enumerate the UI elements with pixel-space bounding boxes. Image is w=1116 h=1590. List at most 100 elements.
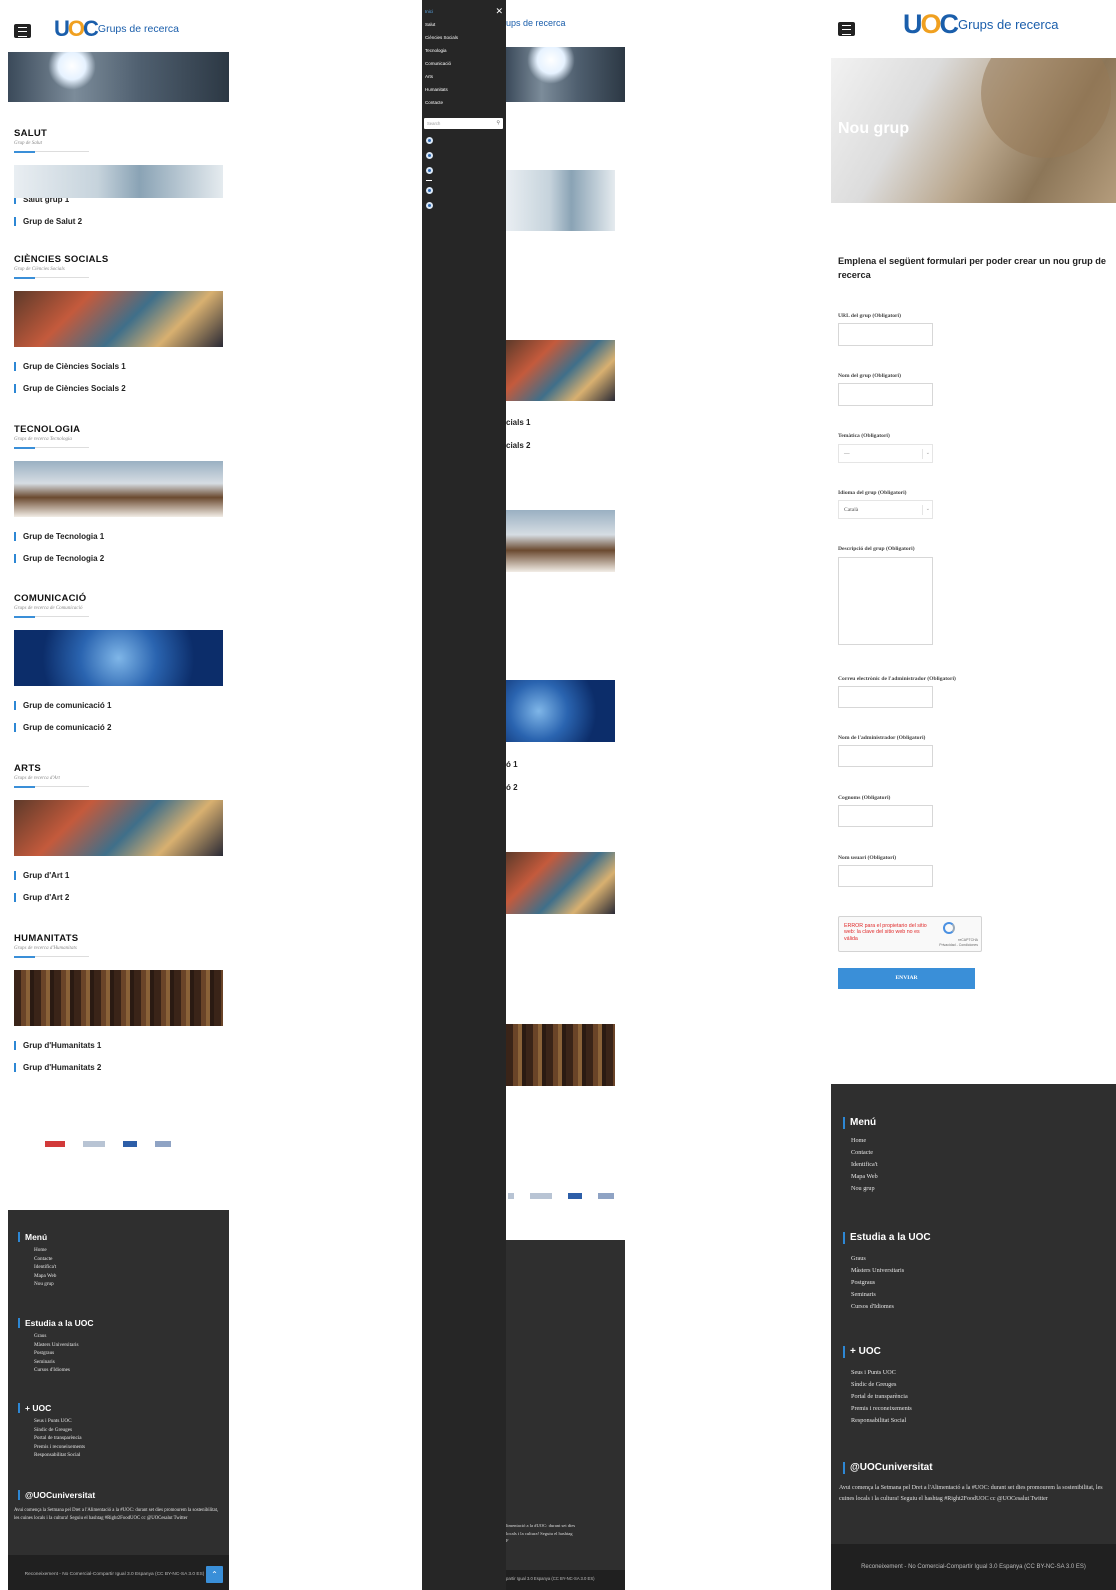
section-subtitle: Grups de recerca de Comunicació xyxy=(14,606,83,611)
surnames-input[interactable] xyxy=(838,805,933,827)
footer-link[interactable]: Postgraus xyxy=(843,1277,931,1289)
footer-link[interactable]: Contacte xyxy=(843,1147,878,1159)
close-icon[interactable]: ✕ xyxy=(495,6,503,17)
group-link-partial[interactable]: cials 1 xyxy=(506,418,530,427)
footer-link[interactable]: Seus i Punts UOC xyxy=(843,1367,912,1379)
social-icon[interactable] xyxy=(426,187,433,194)
hero-banner xyxy=(506,47,625,102)
footer-link[interactable]: Cursos d'Idiomes xyxy=(843,1301,931,1313)
footer-link[interactable]: Premis i reconeixements xyxy=(843,1403,912,1415)
menu-search-input[interactable]: Search ⚲ xyxy=(424,118,503,129)
group-link[interactable]: Grup de Ciències Socials 1 xyxy=(14,362,226,371)
section-image xyxy=(14,291,223,347)
group-link-partial[interactable]: ó 2 xyxy=(506,783,518,792)
menu-item-tecnologia[interactable]: Tecnologia xyxy=(422,44,506,57)
banner-title: Nou grup xyxy=(838,120,910,137)
footer-link[interactable]: Identifica't xyxy=(843,1159,878,1171)
group-link-partial[interactable]: ó 1 xyxy=(506,760,518,769)
social-icon[interactable] xyxy=(426,137,433,144)
group-link[interactable]: Grup d'Art 1 xyxy=(14,871,226,880)
site-logo[interactable]: UOC Grups de recerca xyxy=(54,16,179,42)
submit-button[interactable]: ENVIAR xyxy=(838,968,975,989)
menu-item-salut[interactable]: Salut xyxy=(422,18,506,31)
footer-link[interactable]: Postgraus xyxy=(18,1349,94,1358)
menu-item-inici[interactable]: Inici xyxy=(422,5,506,18)
search-icon[interactable]: ⚲ xyxy=(496,120,500,126)
hamburger-icon[interactable] xyxy=(14,24,31,38)
footer-link[interactable]: Graus xyxy=(843,1253,931,1265)
chevron-up-icon[interactable]: ⌃ xyxy=(206,1566,223,1583)
footer-link[interactable]: Síndic de Greuges xyxy=(18,1426,85,1435)
footer-link[interactable]: Mapa Web xyxy=(18,1272,56,1281)
site-footer: limentació a la #UOC: durant set dies lo… xyxy=(506,1240,625,1590)
footer-link[interactable]: Seminaris xyxy=(18,1358,94,1367)
footer-link[interactable]: Responsabilitat Social xyxy=(843,1415,912,1427)
site-header: UOC Grups de recerca xyxy=(8,0,233,58)
section-arts: ARTS Grups de recerca d'Art Grup d'Art 1… xyxy=(14,763,226,902)
footer-link[interactable]: Màsters Universitaris xyxy=(18,1341,94,1350)
username-input[interactable] xyxy=(838,865,933,887)
menu-item-ciencies-socials[interactable]: Ciències Socials xyxy=(422,31,506,44)
description-textarea[interactable] xyxy=(838,557,933,645)
language-select[interactable]: Català ⌄ xyxy=(838,500,933,519)
group-link[interactable]: Grup de Tecnologia 2 xyxy=(14,554,226,563)
menu-item-comunicacio[interactable]: Comunicació xyxy=(422,57,506,70)
footer-link[interactable]: Premis i reconeixements xyxy=(18,1443,85,1452)
footer-link[interactable]: Contacte xyxy=(18,1255,56,1264)
group-link[interactable]: Grup d'Humanitats 2 xyxy=(14,1063,226,1072)
site-logo[interactable]: UOC Grups de recerca xyxy=(903,9,1058,40)
group-link[interactable]: Grup d'Humanitats 1 xyxy=(14,1041,226,1050)
footer-menu-links: Home Contacte Identifica't Mapa Web Nou … xyxy=(18,1246,56,1289)
menu-item-contacte[interactable]: Contacte xyxy=(422,96,506,109)
license-text: Reconeixement - No Comercial-Compartir I… xyxy=(831,1544,1116,1590)
footer-link[interactable]: Mapa Web xyxy=(843,1171,878,1183)
group-link[interactable]: Grup de Salut 2 xyxy=(14,217,226,226)
footer-menu-title: Menú xyxy=(843,1117,878,1129)
footer-link[interactable]: Identifica't xyxy=(18,1263,56,1272)
footer-link[interactable]: Nou grup xyxy=(18,1280,56,1289)
footer-link[interactable]: Responsabilitat Social xyxy=(18,1451,85,1460)
section-image xyxy=(14,970,223,1026)
name-input[interactable] xyxy=(838,383,933,406)
footer-link[interactable]: Home xyxy=(843,1135,878,1147)
footer-link[interactable]: Seminaris xyxy=(843,1289,931,1301)
section-salut: SALUT Grup de Salut Salut grup 1 Grup de… xyxy=(14,128,226,226)
url-input[interactable] xyxy=(838,323,933,346)
social-icon[interactable] xyxy=(426,152,433,159)
recaptcha-links[interactable]: Privacidad - Condiciones xyxy=(939,943,978,948)
group-link[interactable]: Grup de Tecnologia 1 xyxy=(14,532,226,541)
section-title: CIÈNCIES SOCIALS xyxy=(14,254,109,265)
topic-select[interactable]: — ⌄ xyxy=(838,444,933,463)
footer-study-links: Graus Màsters Universitaris Postgraus Se… xyxy=(18,1332,94,1375)
footer-link[interactable]: Síndic de Greuges xyxy=(843,1379,912,1391)
menu-item-humanitats[interactable]: Humanitats xyxy=(422,83,506,96)
social-icon[interactable] xyxy=(426,167,433,174)
group-link[interactable]: Grup de comunicació 2 xyxy=(14,723,226,732)
sponsor-logo xyxy=(598,1193,614,1199)
admin-name-input[interactable] xyxy=(838,745,933,767)
footer-link[interactable]: Màsters Universitaris xyxy=(843,1265,931,1277)
footer-link[interactable]: Seus i Punts UOC xyxy=(18,1417,85,1426)
section-divider xyxy=(14,615,89,618)
group-link-partial[interactable]: cials 2 xyxy=(506,441,530,450)
group-link[interactable]: Grup d'Art 2 xyxy=(14,893,226,902)
footer-link[interactable]: Home xyxy=(18,1246,56,1255)
section-divider xyxy=(14,446,89,449)
footer-link[interactable]: Cursos d'Idiomes xyxy=(18,1366,94,1375)
username-label: Nom usuari (Obligatori) xyxy=(838,855,897,861)
surnames-label: Cognoms (Obligatori) xyxy=(838,795,891,801)
hamburger-icon[interactable] xyxy=(838,22,855,36)
section-subtitle: Grup de Ciències Socials xyxy=(14,267,65,272)
footer-link[interactable]: Nou grup xyxy=(843,1183,878,1195)
side-menu: ✕ Inici Salut Ciències Socials Tecnologi… xyxy=(422,0,506,1590)
topic-value: — xyxy=(844,451,850,457)
admin-email-input[interactable] xyxy=(838,686,933,708)
footer-link[interactable]: Portal de transparència xyxy=(18,1434,85,1443)
group-link[interactable]: Grup de Ciències Socials 2 xyxy=(14,384,226,393)
footer-link[interactable]: Portal de transparència xyxy=(843,1391,912,1403)
social-icon[interactable] xyxy=(426,202,433,209)
menu-item-arts[interactable]: Arts xyxy=(422,70,506,83)
footer-link[interactable]: Graus xyxy=(18,1332,94,1341)
recaptcha-widget[interactable]: ERROR para el propietario del sitio web:… xyxy=(838,916,982,952)
group-link[interactable]: Grup de comunicació 1 xyxy=(14,701,226,710)
